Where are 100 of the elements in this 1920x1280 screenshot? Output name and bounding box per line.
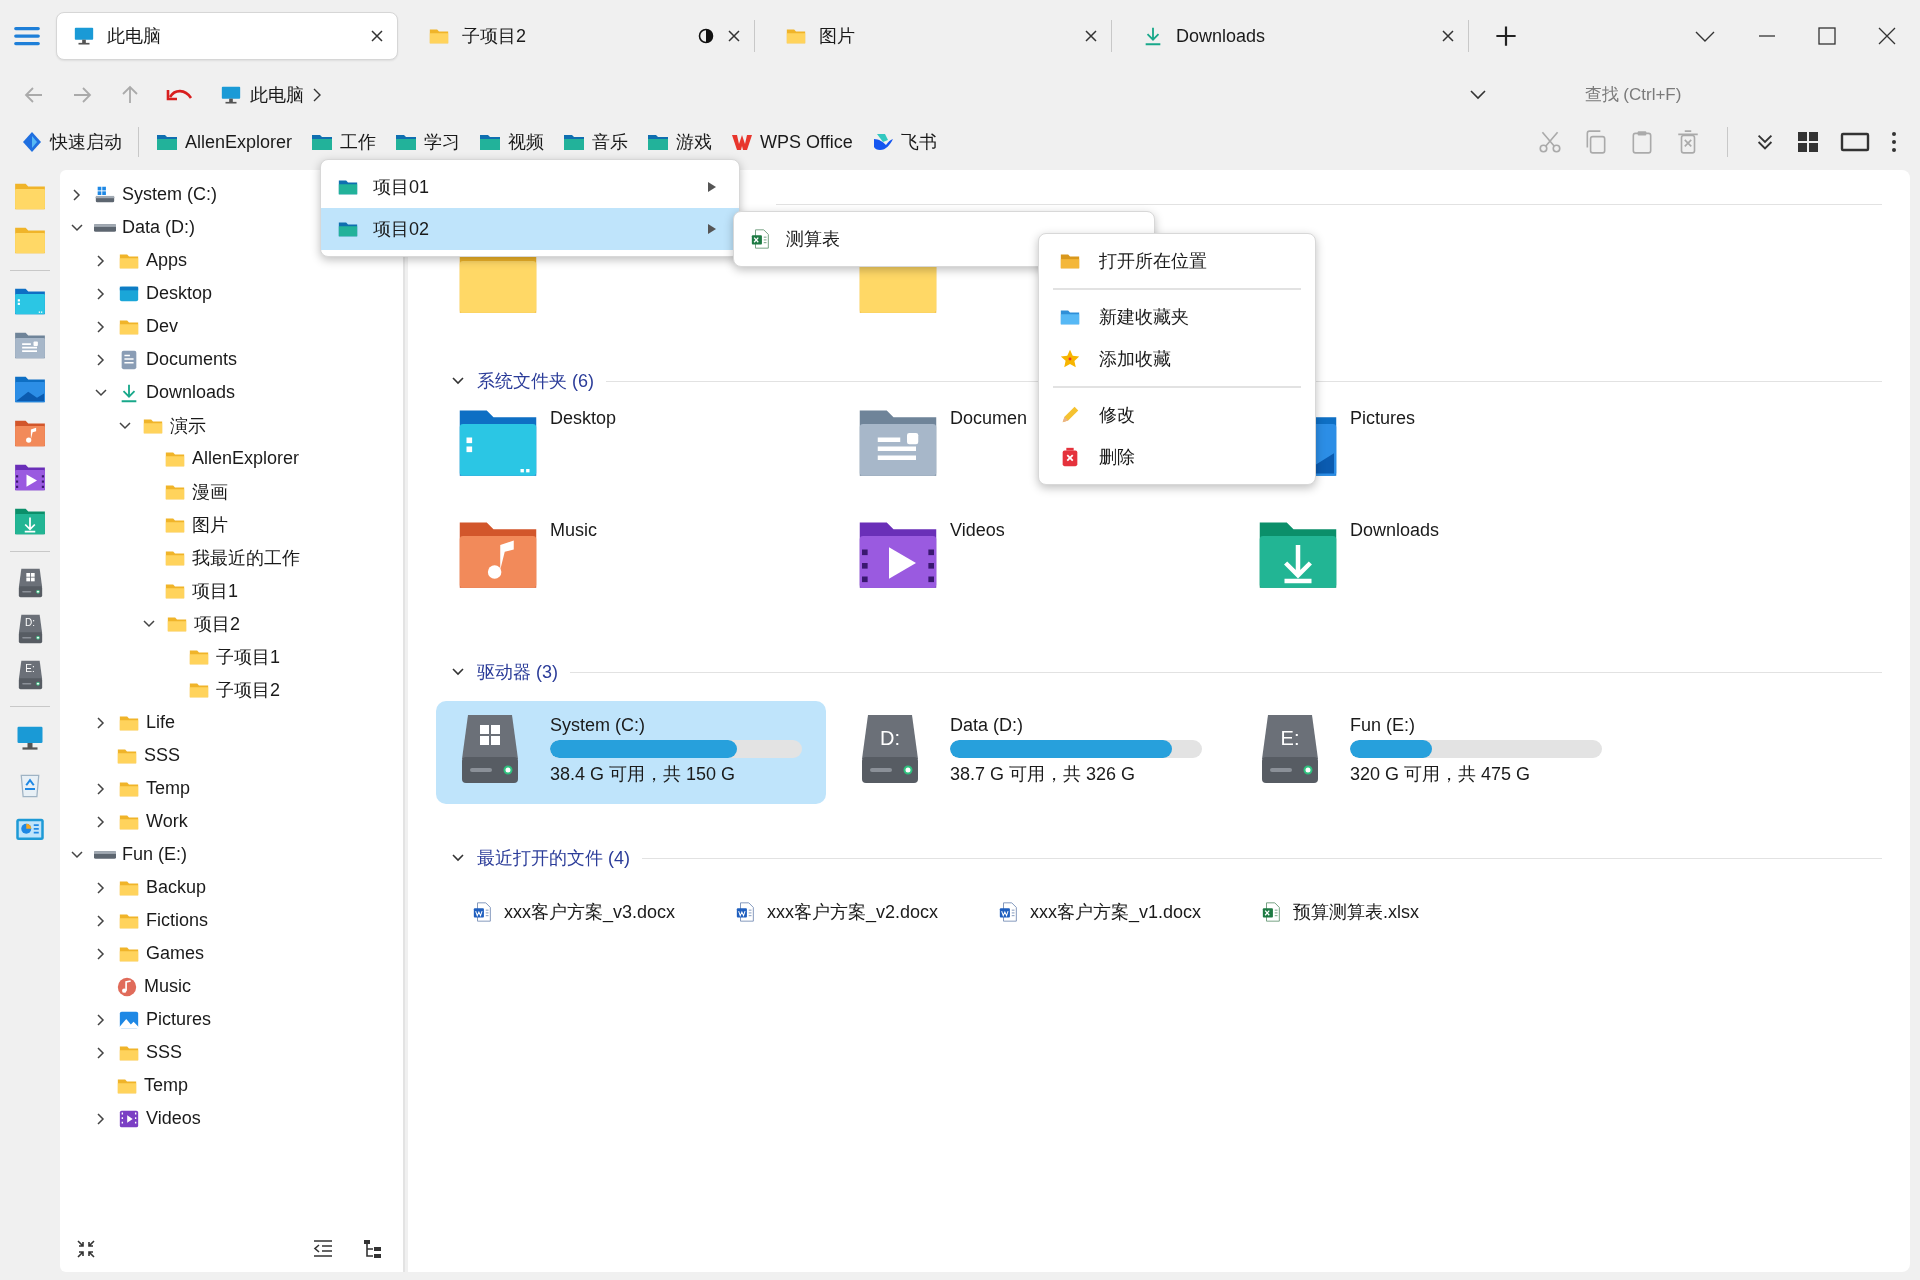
tree-item[interactable]: 项目2 bbox=[194, 611, 240, 636]
desktop-folder-icon[interactable] bbox=[14, 287, 46, 315]
tree-item[interactable]: Dev bbox=[146, 316, 178, 337]
drive-card[interactable]: System (C:) 38.4 G 可用，共 150 G bbox=[436, 701, 826, 804]
folder-label[interactable]: Documen bbox=[950, 408, 1028, 513]
grid-view-icon[interactable] bbox=[1796, 130, 1820, 154]
pictures-folder-icon[interactable] bbox=[14, 375, 46, 403]
downloads-folder-icon[interactable] bbox=[14, 507, 46, 535]
close-icon[interactable] bbox=[1083, 28, 1099, 44]
tree-item[interactable]: Temp bbox=[146, 778, 190, 799]
file-name[interactable]: xxx客户方案_v3.docx bbox=[504, 900, 676, 924]
tree-item[interactable]: System (C:) bbox=[122, 184, 217, 205]
tree-item[interactable]: AllenExplorer bbox=[192, 448, 300, 469]
file-name[interactable]: xxx客户方案_v2.docx bbox=[767, 900, 939, 924]
tab[interactable]: 子项目2 bbox=[412, 12, 754, 60]
close-icon[interactable] bbox=[369, 28, 385, 44]
tree-item[interactable]: Games bbox=[146, 943, 205, 964]
file-name[interactable]: xxx客户方案_v1.docx bbox=[1030, 900, 1202, 924]
more-icon[interactable] bbox=[1890, 130, 1898, 154]
tree-item[interactable]: Music bbox=[144, 976, 191, 997]
bookmark[interactable]: 快速启动 bbox=[20, 130, 122, 154]
tab[interactable]: Downloads bbox=[1126, 12, 1468, 60]
section-title[interactable]: 系统文件夹 (6) bbox=[477, 369, 594, 393]
tree-item[interactable]: Desktop bbox=[146, 283, 213, 304]
chevron-down-icon[interactable] bbox=[1469, 89, 1487, 101]
tree-item[interactable]: Data (D:) bbox=[122, 217, 195, 238]
word-document-icon bbox=[735, 901, 757, 923]
drive-icon bbox=[17, 660, 43, 690]
tree-item[interactable]: 子项目2 bbox=[216, 677, 280, 702]
tab[interactable]: 图片 bbox=[769, 12, 1111, 60]
section-title[interactable]: 最近打开的文件 (4) bbox=[477, 846, 630, 870]
tree-item[interactable]: Videos bbox=[146, 1108, 201, 1129]
drive-icon bbox=[1260, 713, 1320, 785]
music-folder-icon[interactable] bbox=[14, 419, 46, 447]
menu-item[interactable]: 新建收藏夹 bbox=[1039, 296, 1315, 338]
new-tab-icon[interactable] bbox=[1495, 25, 1517, 47]
folder-label[interactable]: Pictures bbox=[1350, 408, 1416, 513]
drive-icon bbox=[94, 850, 116, 859]
folder-label[interactable]: Desktop bbox=[550, 408, 617, 513]
bookmark[interactable]: AllenExplorer bbox=[155, 130, 293, 154]
chevron-down-icon[interactable] bbox=[1694, 29, 1716, 43]
menu-item[interactable]: 修改 bbox=[1039, 394, 1315, 436]
drive-letter: D: bbox=[879, 727, 901, 750]
menu-item[interactable]: 项目01 bbox=[321, 166, 739, 208]
drive-name: Data (D:) bbox=[950, 715, 1024, 736]
tree-item[interactable]: 图片 bbox=[192, 512, 228, 537]
tree-item[interactable]: SSS bbox=[146, 1042, 183, 1063]
close-icon[interactable] bbox=[1440, 28, 1456, 44]
drive-letter: D: bbox=[24, 617, 36, 628]
menu-item[interactable]: 添加收藏 bbox=[1039, 338, 1315, 380]
drive-card[interactable]: D: Data (D:) 38.7 G 可用，共 326 G bbox=[836, 701, 1226, 804]
menu-item[interactable]: 删除 bbox=[1039, 436, 1315, 478]
documents-folder-icon[interactable] bbox=[14, 331, 46, 359]
bookmark[interactable]: 游戏 bbox=[646, 130, 713, 154]
breadcrumb[interactable]: 此电脑 bbox=[220, 83, 304, 107]
chevron-right-icon[interactable] bbox=[312, 87, 322, 103]
bookmark[interactable]: 学习 bbox=[394, 130, 461, 154]
drive-letter: E: bbox=[24, 663, 36, 674]
tree-item[interactable]: SSS bbox=[144, 745, 181, 766]
bookmark[interactable]: 工作 bbox=[310, 130, 377, 154]
tree-item[interactable]: Life bbox=[146, 712, 176, 733]
folder-label[interactable]: Downloads bbox=[1350, 520, 1440, 625]
tree-item[interactable]: Temp bbox=[144, 1075, 188, 1096]
folder-label[interactable]: Music bbox=[550, 520, 597, 625]
tree-item[interactable]: Documents bbox=[146, 349, 238, 370]
word-document-icon bbox=[472, 901, 494, 923]
search-field[interactable]: 查找 (Ctrl+F) bbox=[1531, 84, 1735, 106]
tree-item[interactable]: Work bbox=[146, 811, 188, 832]
music-icon bbox=[116, 975, 138, 998]
drive-icon bbox=[94, 223, 116, 232]
drive-space: 38.4 G 可用，共 150 G bbox=[550, 763, 737, 786]
tree-item[interactable]: Pictures bbox=[146, 1009, 212, 1030]
bookmark[interactable]: WPS Office bbox=[730, 130, 853, 154]
folder-label[interactable]: Videos bbox=[950, 520, 1005, 625]
drive-card[interactable]: E: Fun (E:) 320 G 可用，共 475 G bbox=[1236, 701, 1626, 804]
tree-item[interactable]: 漫画 bbox=[192, 479, 228, 504]
tree-item[interactable]: Apps bbox=[146, 250, 188, 271]
tree-item[interactable]: Fun (E:) bbox=[122, 844, 187, 865]
menu-item[interactable]: 打开所在位置 bbox=[1039, 240, 1315, 282]
close-icon[interactable] bbox=[726, 28, 742, 44]
tree-item[interactable]: 演示 bbox=[170, 413, 206, 438]
tree-item[interactable]: 我最近的工作 bbox=[192, 545, 300, 570]
tree-item[interactable]: Backup bbox=[146, 877, 207, 898]
star-icon bbox=[1059, 348, 1081, 370]
bookmark[interactable]: 视频 bbox=[478, 130, 545, 154]
drive-icon bbox=[860, 713, 920, 785]
tree-item[interactable]: 项目1 bbox=[192, 578, 238, 603]
file-name[interactable]: 预算测算表.xlsx bbox=[1293, 900, 1419, 924]
tree-item[interactable]: Fictions bbox=[146, 910, 208, 931]
close-icon[interactable] bbox=[1878, 27, 1896, 45]
section-title[interactable]: 驱动器 (3) bbox=[477, 660, 558, 684]
menu-item[interactable]: 项目02 bbox=[321, 208, 739, 250]
videos-folder-icon[interactable] bbox=[14, 463, 46, 491]
tree-item[interactable]: 子项目1 bbox=[216, 644, 280, 669]
tab[interactable]: 此电脑 bbox=[56, 12, 398, 60]
maximize-icon[interactable] bbox=[1818, 27, 1836, 45]
bookmark[interactable]: 音乐 bbox=[562, 130, 629, 154]
tree-item[interactable]: Downloads bbox=[146, 382, 236, 403]
panel-icon[interactable] bbox=[1840, 130, 1870, 154]
bookmark[interactable]: 飞书 bbox=[870, 130, 937, 154]
